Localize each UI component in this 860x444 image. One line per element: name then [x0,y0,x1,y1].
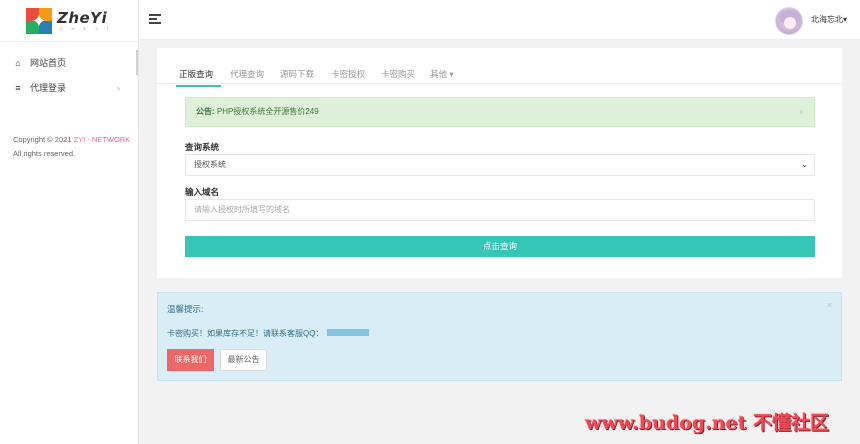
close-icon[interactable]: × [799,98,804,126]
sidebar-item-label: 网站首页 [30,58,67,68]
tab-source-download[interactable]: 源码下载 [280,68,314,80]
tab-card-auth[interactable]: 卡密授权 [331,68,365,80]
system-select-value: 授权系统 [194,160,226,169]
query-card: 正版查询 代理查询 源码下载 卡密授权 卡密购买 其他 ▾ 公告: PHP授权系… [157,48,842,278]
contact-us-button[interactable]: 联系我们 [167,349,214,371]
notice-prefix: 公告: [196,107,215,116]
brand-subtitle: Z H E Y I [59,25,113,31]
domain-label: 输入域名 [185,187,220,197]
close-icon[interactable]: × [827,300,832,310]
copyright-prefix: Copyright © 2021 [13,135,74,144]
sidebar-item-home[interactable]: ⌂ 网站首页 [0,50,138,75]
domain-input-placeholder: 请输入授权时所填写的域名 [194,205,290,214]
sidebar-nav: ⌂ 网站首页 ≡ 代理登录 › [0,42,138,100]
sidebar: ✦ ZheYi Z H E Y I ⌂ 网站首页 ≡ 代理登录 › Copyri… [0,0,139,444]
chevron-down-icon: ⌄ [801,160,808,169]
tab-bar: 正版查询 代理查询 源码下载 卡密授权 卡密购买 其他 ▾ [157,48,842,84]
watermark: www.budog.net 不懂社区 [585,412,830,434]
user-menu[interactable]: 北海忘北▾ [811,14,847,25]
list-icon: ≡ [15,82,21,93]
copyright-brand[interactable]: ZYI - NETWORK [74,135,131,144]
notice-alert: 公告: PHP授权系统全开源售价249 × [185,97,815,127]
copyright: Copyright © 2021 ZYI - NETWORK All right… [13,133,133,161]
tips-text: 卡密购买！如果库存不足！请联系客服QQ： [167,329,324,338]
brand-name: ZheYi [56,8,108,27]
tab-active-indicator [176,85,221,87]
sidebar-item-label: 代理登录 [30,83,67,93]
brand[interactable]: ✦ ZheYi Z H E Y I [0,0,138,42]
domain-input[interactable]: 请输入授权时所填写的域名 [185,199,815,221]
tab-genuine-query[interactable]: 正版查询 [179,68,213,80]
sidebar-item-agent-login[interactable]: ≡ 代理登录 › [0,75,138,100]
system-label: 查询系统 [185,142,220,152]
avatar[interactable] [775,7,803,35]
menu-toggle-icon[interactable] [149,14,161,24]
topbar: 北海忘北▾ [139,0,860,40]
notice-text: PHP授权系统全开源售价249 [214,107,319,116]
logo-icon: ✦ [25,7,52,34]
query-button[interactable]: 点击查询 [185,236,815,257]
latest-news-button[interactable]: 最新公告 [220,349,267,371]
system-select[interactable]: 授权系统 ⌄ [185,154,815,176]
home-icon: ⌂ [15,57,21,68]
tab-other[interactable]: 其他 ▾ [430,68,454,80]
tips-title: 温馨提示: [167,304,204,314]
copyright-suffix: All rights reserved. [13,149,76,158]
tab-card-buy[interactable]: 卡密购买 [381,68,415,80]
chevron-right-icon: › [117,82,120,93]
tips-alert: 温馨提示: × 卡密购买！如果库存不足！请联系客服QQ： 联系我们 最新公告 [157,292,842,381]
qq-number-redacted [327,329,369,336]
tab-agent-query[interactable]: 代理查询 [230,68,264,80]
